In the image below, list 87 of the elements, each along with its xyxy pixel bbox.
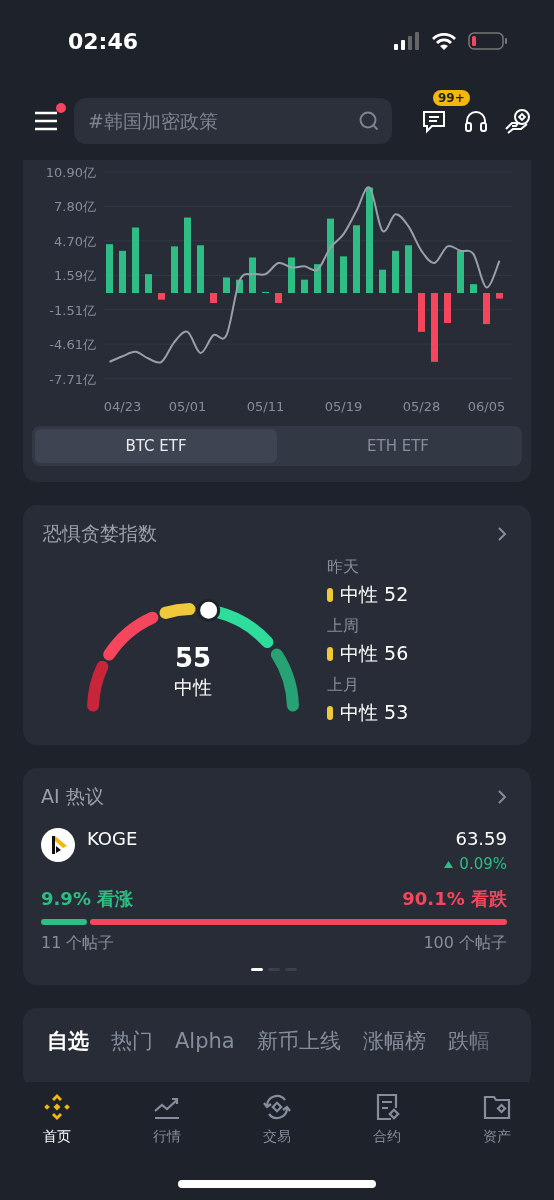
gauge-pointer	[197, 598, 221, 622]
bar	[145, 274, 152, 293]
card-title: AI 热议	[41, 784, 104, 809]
bar	[457, 250, 464, 293]
bar	[301, 279, 308, 293]
bar	[431, 293, 438, 362]
diamond-logo-icon	[42, 1092, 72, 1122]
axis-label: 10.90亿	[45, 165, 96, 180]
market-tab[interactable]: 新币上线	[256, 1026, 341, 1056]
sentiment-value: 中性 53	[340, 700, 409, 725]
market-tab[interactable]: Alpha	[175, 1026, 235, 1056]
bar	[392, 250, 399, 293]
bar	[314, 264, 321, 293]
search-bar[interactable]: #韩国加密政策	[74, 98, 392, 144]
bar	[496, 293, 503, 299]
axis-label: 4.70亿	[54, 233, 96, 249]
bar	[353, 225, 360, 293]
bar	[418, 293, 425, 332]
nav-tab[interactable]: 交易	[244, 1092, 310, 1154]
market-tab[interactable]: 跌幅	[447, 1026, 490, 1056]
bar	[470, 284, 477, 293]
bar	[210, 293, 217, 303]
nav-tab[interactable]: 合约	[354, 1092, 420, 1154]
coin-logo-icon	[41, 828, 75, 862]
period-label: 上周	[327, 616, 359, 637]
axis-label: -7.71亿	[49, 371, 96, 387]
axis-label: 05/11	[246, 399, 285, 414]
period-label: 上月	[327, 675, 359, 696]
axis-label: -4.61亿	[49, 337, 96, 353]
bar	[236, 279, 243, 293]
bar	[106, 244, 113, 293]
market-tab[interactable]: 涨幅榜	[362, 1026, 426, 1056]
period-label: 昨天	[327, 557, 359, 578]
bar	[288, 257, 295, 293]
axis-label: 05/19	[324, 399, 363, 414]
bar	[249, 257, 256, 293]
bar	[444, 293, 451, 323]
axis-label: 05/28	[402, 399, 441, 414]
market-tab[interactable]: 自选	[47, 1026, 89, 1056]
search-input[interactable]: #韩国加密政策	[86, 109, 358, 133]
axis-label: 06/05	[467, 399, 506, 414]
axis-label: -1.51亿	[49, 302, 96, 318]
nav-tab[interactable]: 首页	[24, 1092, 90, 1154]
bar	[340, 256, 347, 293]
bar	[119, 250, 126, 293]
battery-icon	[468, 31, 508, 51]
nav-tab[interactable]: 行情	[134, 1092, 200, 1154]
exchange-cycle-icon	[261, 1092, 293, 1122]
nav-tab[interactable]: 资产	[464, 1092, 530, 1154]
bar	[158, 293, 165, 300]
signal-icon	[394, 32, 420, 50]
index-value: 55	[174, 643, 212, 673]
bar	[132, 227, 139, 293]
price-change: 0.09%	[459, 855, 507, 873]
up-triangle-icon	[444, 860, 454, 868]
status-time: 02:46	[68, 28, 139, 54]
bar	[379, 269, 386, 293]
coin-symbol: KOGE	[87, 828, 138, 849]
search-icon[interactable]	[358, 110, 380, 132]
bar	[223, 277, 230, 293]
axis-label: 04/23	[103, 399, 142, 414]
bar	[171, 246, 178, 293]
bar	[275, 293, 282, 303]
post-count: 100 个帖子	[423, 933, 507, 954]
chevron-right-icon[interactable]	[497, 526, 507, 542]
bullish-share: 9.9% 看涨	[41, 887, 134, 911]
bar	[483, 293, 490, 325]
market-tab[interactable]: 热门	[111, 1026, 153, 1056]
axis-label: 7.80亿	[54, 199, 96, 215]
etf-tab[interactable]: ETH ETF	[277, 429, 519, 463]
index-label: 中性	[174, 675, 212, 700]
card-title: 恐惧贪婪指数	[43, 521, 157, 546]
etf-tab[interactable]: BTC ETF	[35, 429, 277, 463]
post-count: 11 个帖子	[41, 933, 115, 954]
chevron-right-icon[interactable]	[497, 789, 507, 805]
bar	[197, 245, 204, 293]
bearish-share: 90.1% 看跌	[402, 887, 507, 911]
coin-price: 63.59	[455, 828, 507, 849]
axis-label: 05/01	[168, 399, 207, 414]
sentiment-value: 中性 52	[340, 582, 409, 607]
page-indicator[interactable]	[251, 968, 263, 971]
bar	[405, 245, 412, 293]
sentiment-value: 中性 56	[340, 641, 409, 666]
axis-label: 1.59亿	[54, 268, 96, 284]
wifi-icon	[432, 32, 456, 50]
count-badge: 99+	[433, 90, 470, 106]
hand-diamond-button[interactable]	[504, 107, 532, 135]
